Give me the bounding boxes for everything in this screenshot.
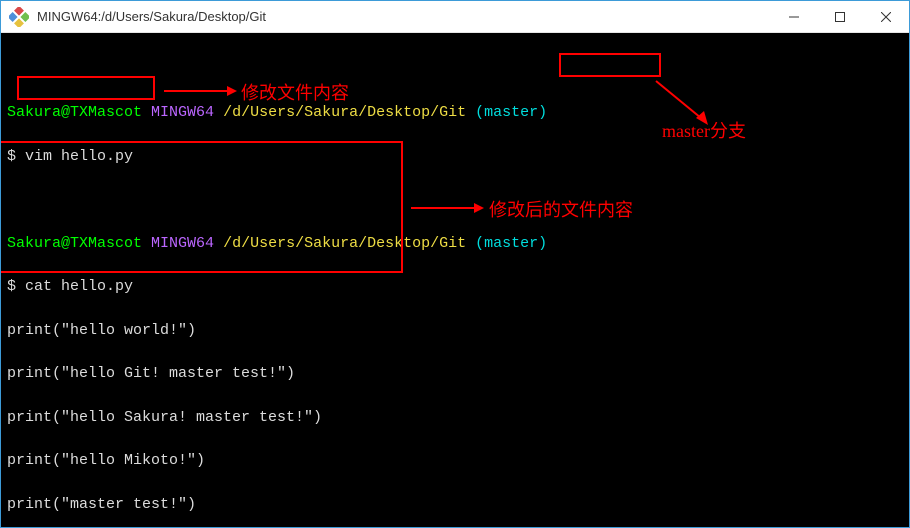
minimize-button[interactable] (771, 1, 817, 32)
prompt-user: Sakura@TXMascot (7, 104, 142, 121)
prompt-branch: (master) (475, 104, 547, 121)
maximize-button[interactable] (817, 1, 863, 32)
arrow-icon (159, 81, 239, 101)
terminal-area[interactable]: Sakura@TXMascot MINGW64 /d/Users/Sakura/… (1, 33, 909, 527)
prompt-path: /d/Users/Sakura/Desktop/Git (223, 104, 466, 121)
prompt-dollar: $ (7, 148, 16, 165)
terminal-window: MINGW64:/d/Users/Sakura/Desktop/Git Saku… (0, 0, 910, 528)
close-button[interactable] (863, 1, 909, 32)
window-title: MINGW64:/d/Users/Sakura/Desktop/Git (37, 9, 771, 24)
command-line: $ vim hello.py (7, 146, 903, 168)
output-line: print("hello Mikoto!") (7, 450, 903, 472)
output-line: print("hello Git! master test!") (7, 363, 903, 385)
titlebar[interactable]: MINGW64:/d/Users/Sakura/Desktop/Git (1, 1, 909, 33)
cmd-vim: vim hello.py (25, 148, 133, 165)
app-icon (9, 7, 29, 27)
prompt-line: Sakura@TXMascot MINGW64 /d/Users/Sakura/… (7, 102, 903, 124)
cmd-cat: cat hello.py (25, 278, 133, 295)
window-controls (771, 1, 909, 32)
output-line: print("master test!") (7, 494, 903, 516)
output-line: print("hello Sakura! master test!") (7, 407, 903, 429)
command-line: $ cat hello.py (7, 276, 903, 298)
prompt-line: Sakura@TXMascot MINGW64 /d/Users/Sakura/… (7, 233, 903, 255)
output-line: print("hello world!") (7, 320, 903, 342)
prompt-env: MINGW64 (151, 104, 214, 121)
